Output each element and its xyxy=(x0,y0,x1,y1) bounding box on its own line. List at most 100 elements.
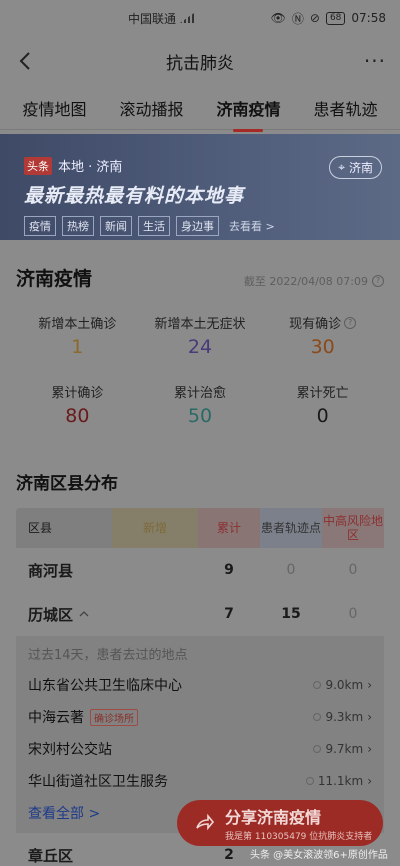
share-button[interactable]: 分享济南疫情 我是第 110305479 位抗肺炎支持者 xyxy=(177,800,383,846)
list-item[interactable]: 山东省公共卫生临床中心 9.0km › xyxy=(28,669,372,701)
pin-icon xyxy=(313,745,322,753)
place-distance: 9.7km xyxy=(325,742,364,756)
cell-total: 9 xyxy=(224,562,234,578)
confirmed-site-badge: 确诊场所 xyxy=(90,708,138,726)
help-icon[interactable]: ? xyxy=(344,316,357,329)
tab-patient-tracks[interactable]: 患者轨迹 xyxy=(309,90,381,126)
banner-tag: 头条 xyxy=(24,156,52,175)
banner-chip[interactable]: 身边事 xyxy=(176,216,219,236)
table-row[interactable]: 历城区 7 15 0 xyxy=(16,592,384,636)
chevron-left-icon xyxy=(19,52,30,70)
tab-jinan-epidemic[interactable]: 济南疫情 xyxy=(212,90,284,126)
share-title: 分享济南疫情 xyxy=(225,808,322,827)
banner-chip[interactable]: 新闻 xyxy=(100,216,132,236)
chevron-right-icon: › xyxy=(367,742,372,756)
stat-total-deaths: 累计死亡 0 xyxy=(261,382,384,427)
list-item[interactable]: 华山街道社区卫生服务 11.1km › xyxy=(28,765,372,797)
watermark: 头条 @美女滚波领6+原创作品 xyxy=(250,850,388,861)
pin-icon xyxy=(313,713,322,721)
location-button[interactable]: ⌖ 济南 xyxy=(329,156,382,179)
col-total: 累计 xyxy=(198,508,260,548)
places-hint: 过去14天，患者去过的地点 xyxy=(28,648,188,663)
banner-source: 本地 · 济南 xyxy=(58,160,123,175)
cell-track: 0 xyxy=(286,562,296,578)
updated-label: 截至 2022/04/08 07:09 xyxy=(243,275,368,288)
mute-icon: ⊘ xyxy=(309,11,320,25)
list-item[interactable]: 宋刘村公交站 9.7km › xyxy=(28,733,372,765)
chevron-up-icon[interactable] xyxy=(79,610,89,618)
stat-value: 80 xyxy=(65,405,90,427)
stat-label: 现有确诊 xyxy=(289,317,342,332)
banner-headline: 最新最热最有料的本地事 xyxy=(24,185,245,207)
clock: 07:58 xyxy=(351,11,386,25)
status-bar: 中国联通 👁 Ⓝ ⊘ 68 07:58 xyxy=(0,0,400,36)
screen: 中国联通 👁 Ⓝ ⊘ 68 07:58 抗击肺炎 ··· 疫情地图 滚动播报 济… xyxy=(0,0,400,866)
pin-icon xyxy=(313,681,322,689)
location-label: 济南 xyxy=(348,161,373,175)
stat-label: 累计死亡 xyxy=(296,386,349,401)
stat-total-confirmed: 累计确诊 80 xyxy=(16,382,139,427)
list-item[interactable]: 中海云著 确诊场所 9.3km › xyxy=(28,701,372,733)
chevron-right-icon: › xyxy=(367,774,372,788)
stat-value: 30 xyxy=(310,336,335,358)
battery-icon: 68 xyxy=(325,11,346,25)
stat-label: 新增本土无症状 xyxy=(154,317,246,332)
cell-total: 7 xyxy=(224,606,234,622)
more-button[interactable]: ··· xyxy=(364,49,386,73)
stat-current-confirmed: 现有确诊? 30 xyxy=(261,313,384,358)
page-title: 抗击肺炎 xyxy=(165,53,234,74)
stat-new-local-asymptomatic: 新增本土无症状 24 xyxy=(139,313,262,358)
chevron-right-icon: › xyxy=(367,678,372,692)
summary-header: 济南疫情 截至 2022/04/08 07:09 ? xyxy=(16,240,384,291)
place-name: 宋刘村公交站 xyxy=(28,742,112,758)
district-name: 商河县 xyxy=(28,561,74,580)
local-news-banner[interactable]: 头条 本地 · 济南 最新最热最有料的本地事 疫情 热榜 新闻 生活 身边事 去… xyxy=(0,134,400,240)
table-header: 区县 新增 累计 患者轨迹点 中高风险地区 xyxy=(16,508,384,548)
banner-chip[interactable]: 疫情 xyxy=(24,216,56,236)
share-subtitle: 我是第 110305479 位抗肺炎支持者 xyxy=(225,832,373,842)
place-distance: 11.1km xyxy=(317,774,364,788)
app-bar: 抗击肺炎 ··· xyxy=(0,36,400,86)
eye-icon: 👁 xyxy=(270,11,286,25)
tab-bar: 疫情地图 滚动播报 济南疫情 患者轨迹 xyxy=(0,86,400,130)
col-track: 患者轨迹点 xyxy=(260,508,322,548)
stat-label: 累计治愈 xyxy=(173,386,226,401)
table-row[interactable]: 商河县 9 0 0 xyxy=(16,548,384,592)
banner-chip[interactable]: 热榜 xyxy=(62,216,94,236)
banner-chips: 疫情 热榜 新闻 生活 身边事 去看看 > xyxy=(24,216,386,236)
place-distance: 9.3km xyxy=(325,710,364,724)
pin-icon xyxy=(305,777,314,785)
summary-title: 济南疫情 xyxy=(16,268,93,290)
share-icon xyxy=(196,813,215,831)
stat-new-local-confirmed: 新增本土确诊 1 xyxy=(16,313,139,358)
banner-chip[interactable]: 生活 xyxy=(138,216,170,236)
tab-rolling-news[interactable]: 滚动播报 xyxy=(115,90,187,126)
place-name: 华山街道社区卫生服务 xyxy=(28,774,168,790)
stat-value: 0 xyxy=(316,405,329,427)
stat-total-cured: 累计治愈 50 xyxy=(139,382,262,427)
col-new: 新增 xyxy=(112,508,198,548)
stat-label-wrap: 现有确诊? xyxy=(261,313,384,332)
chevron-right-icon: › xyxy=(367,710,372,724)
location-pin-icon: ⌖ xyxy=(338,160,345,174)
tab-epidemic-map[interactable]: 疫情地图 xyxy=(18,90,90,126)
district-name: 历城区 xyxy=(28,605,74,624)
back-button[interactable] xyxy=(14,50,36,72)
stat-label: 累计确诊 xyxy=(51,386,104,401)
cell-track: 15 xyxy=(281,606,301,622)
help-icon[interactable]: ? xyxy=(372,275,384,287)
cell-risk: 0 xyxy=(348,606,358,622)
district-name-wrap: 历城区 xyxy=(16,604,112,625)
district-section-title: 济南区县分布 xyxy=(16,474,118,494)
banner-goto-link[interactable]: 去看看 > xyxy=(229,218,275,234)
district-name: 章丘区 xyxy=(28,846,74,865)
nfc-icon: Ⓝ xyxy=(291,11,304,26)
signal-icon xyxy=(180,13,195,23)
stat-value: 24 xyxy=(187,336,213,358)
place-name: 中海云著 xyxy=(28,710,84,726)
cell-risk: 0 xyxy=(348,562,358,578)
updated-time: 截至 2022/04/08 07:09 ? xyxy=(244,273,384,289)
carrier-label: 中国联通 xyxy=(128,11,177,26)
stat-value: 50 xyxy=(187,405,213,427)
stat-value: 1 xyxy=(71,336,84,358)
